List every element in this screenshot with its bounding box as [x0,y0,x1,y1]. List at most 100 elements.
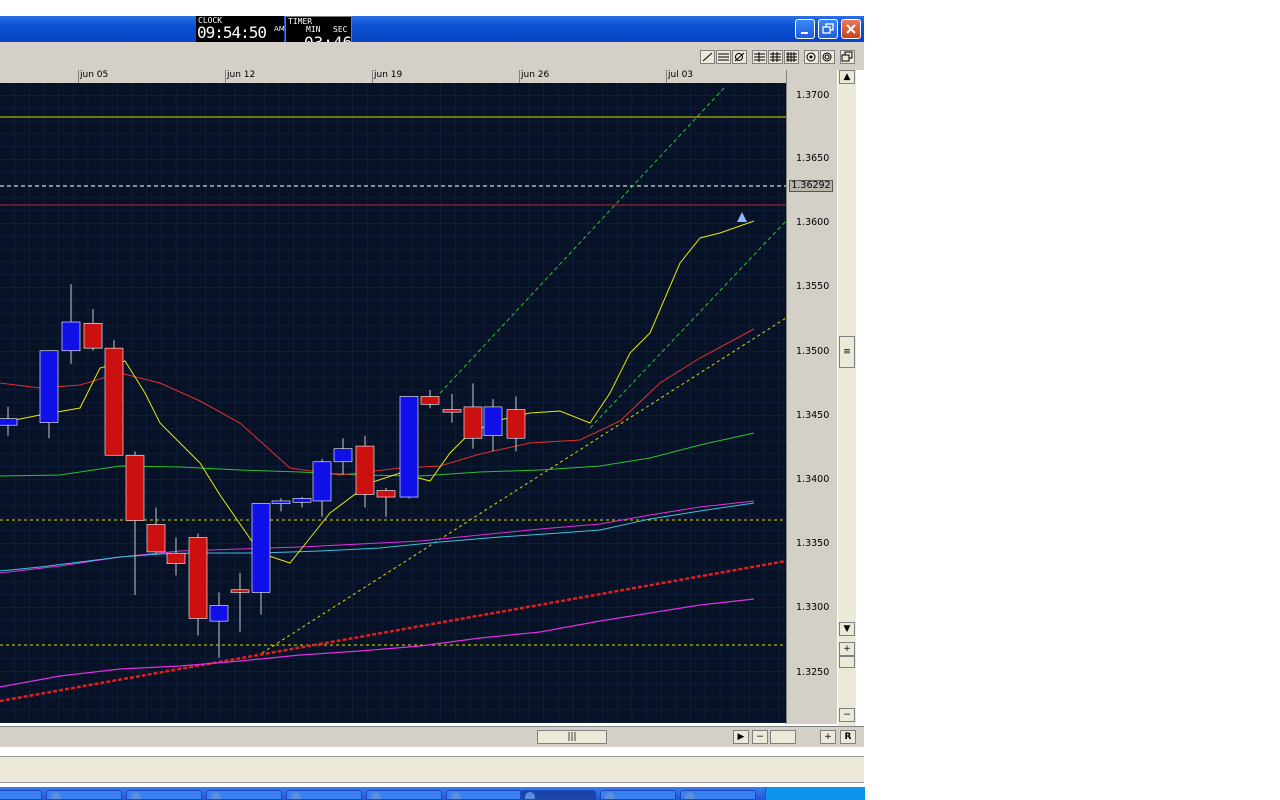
zoom-a-button[interactable] [804,50,819,64]
candle[interactable] [483,406,503,436]
app-icon [291,792,301,799]
line-icon [702,52,713,62]
fibonacci-tool-button[interactable] [732,50,747,64]
candle[interactable] [146,524,166,553]
candle[interactable] [251,503,271,593]
hzoom-in-button[interactable]: + [820,730,836,744]
detach-button[interactable] [840,50,855,64]
messenger-icon [685,792,695,799]
candle[interactable] [333,448,353,463]
zoom-in-button[interactable]: + [839,642,855,656]
price-label: 1.3650 [796,153,830,164]
grid-2-button[interactable] [768,50,783,64]
circle-icon [806,52,816,62]
windows-icon [841,51,853,62]
candle[interactable] [376,490,396,498]
taskbar-item[interactable] [0,790,42,800]
price-label: 1.3700 [796,90,830,101]
reset-button[interactable]: R [840,730,856,744]
clock-time: 09:54:50 [197,23,267,42]
taskbar [0,787,865,800]
date-label: jun 19 [374,70,403,80]
app-icon [371,792,381,799]
taskbar-item[interactable] [366,790,442,800]
candle[interactable] [188,537,208,619]
restore-button[interactable] [818,19,838,39]
price-axis[interactable]: 1.3700 1.3650 1.36292 1.3600 1.3550 1.35… [786,70,837,724]
candle[interactable] [104,347,124,456]
taskbar-item-active[interactable] [520,790,596,800]
candle[interactable] [230,589,250,593]
hzoom-slider[interactable] [770,730,796,744]
chart-toolbar [0,42,864,70]
date-label: jun 26 [521,70,550,80]
price-chart[interactable] [0,83,787,723]
price-label: 1.3600 [796,217,830,228]
channel-tool-button[interactable] [716,50,731,64]
restore-icon [822,23,834,34]
scroll-thumb[interactable]: ≡ [839,336,855,368]
taskbar-item[interactable] [46,790,122,800]
clock-widget: CLOCK 09:54:50 AM [196,16,285,42]
line-tool-button[interactable] [700,50,715,64]
zoom-tools-group [804,50,836,66]
price-label: 1.3450 [796,410,830,421]
detach-group [840,50,856,66]
candle[interactable] [442,409,462,413]
candle[interactable] [125,454,145,521]
grid-icon [754,52,765,62]
app-icon [451,792,461,799]
candle[interactable] [0,418,18,426]
grid-1-button[interactable] [752,50,767,64]
close-button[interactable] [841,19,861,39]
title-bar[interactable] [0,16,864,42]
hzoom-out-button[interactable]: − [752,730,768,744]
candle[interactable] [83,323,103,349]
date-tick [519,70,520,83]
taskbar-item[interactable] [600,790,676,800]
taskbar-item[interactable] [286,790,362,800]
system-tray[interactable] [765,787,865,800]
price-label: 1.3400 [796,474,830,485]
horizontal-scrollbar[interactable]: ||| ▶ − + R [0,726,864,747]
candle[interactable] [312,461,332,502]
date-axis: jun 05 jun 12 jun 19 jun 26 jul 03 [0,70,786,84]
taskbar-item[interactable] [206,790,282,800]
candle[interactable] [463,406,483,439]
grid-3-button[interactable] [784,50,799,64]
grid-icon [770,52,781,62]
app-icon [211,792,221,799]
scroll-down-button[interactable]: ▼ [839,622,855,636]
status-bar [0,756,864,783]
candle[interactable] [166,552,186,564]
candle[interactable] [209,605,229,622]
vertical-scrollbar[interactable]: ▲ ≡ ▼ + − [838,70,856,726]
zoom-out-button[interactable]: − [839,708,855,722]
candle[interactable] [399,396,419,498]
candle[interactable] [292,498,312,503]
minimize-button[interactable] [795,19,815,39]
hscroll-thumb[interactable]: ||| [537,730,607,744]
scroll-right-button[interactable]: ▶ [733,730,749,744]
candle[interactable] [271,500,291,504]
zoom-slider[interactable] [839,656,855,668]
price-label: 1.3300 [796,602,830,613]
candle[interactable] [506,409,526,439]
app-icon [51,792,61,799]
taskbar-item[interactable] [126,790,202,800]
zoom-b-button[interactable] [820,50,835,64]
taskbar-item[interactable] [680,790,756,800]
chart-canvas[interactable] [0,83,787,723]
scroll-up-button[interactable]: ▲ [839,70,855,84]
candle[interactable] [420,396,440,405]
candle[interactable] [39,350,59,423]
channel-icon [718,53,729,61]
price-label: 1.3350 [796,538,830,549]
taskbar-item[interactable] [446,790,522,800]
candle[interactable] [355,445,375,495]
app-icon [525,792,535,799]
candle[interactable] [61,321,81,352]
trading-app-window: CLOCK 09:54:50 AM TIMER MIN SEC 03:46 [0,0,865,800]
grid-icon [786,52,797,62]
date-tick [372,70,373,83]
